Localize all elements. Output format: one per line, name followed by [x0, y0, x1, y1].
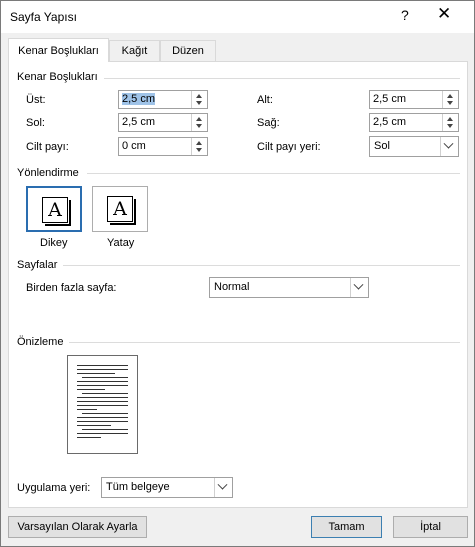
chevron-down-icon[interactable] [214, 478, 232, 497]
page-preview [67, 355, 138, 454]
spin-up-icon[interactable] [447, 94, 453, 98]
preview-group-title: Önizleme [17, 336, 64, 348]
tab-paper[interactable]: Kağıt [109, 40, 160, 61]
preview-line [77, 437, 101, 438]
landscape-button[interactable]: A [92, 186, 148, 232]
tab-layout-label: Düzen [172, 45, 204, 57]
spin-down-icon[interactable] [196, 101, 202, 105]
spin-down-icon[interactable] [447, 124, 453, 128]
spin-up-icon[interactable] [196, 94, 202, 98]
preview-line [77, 401, 128, 402]
preview-line [77, 369, 128, 370]
help-icon[interactable]: ? [401, 7, 409, 23]
cancel-button[interactable]: İptal [393, 516, 468, 538]
chevron-down-icon[interactable] [350, 278, 368, 297]
gutter-value[interactable]: 0 cm [122, 140, 146, 152]
multiple-pages-value: Normal [214, 281, 250, 293]
right-margin-spinner[interactable]: 2,5 cm [369, 113, 459, 132]
close-icon[interactable]: ✕ [437, 4, 451, 24]
set-as-default-label: Varsayılan Olarak Ayarla [17, 521, 138, 533]
tab-layout[interactable]: Düzen [160, 40, 216, 61]
gutter-spinner[interactable]: 0 cm [118, 137, 208, 156]
tab-margins[interactable]: Kenar Boşlukları [8, 38, 109, 62]
margins-separator [104, 78, 460, 79]
portrait-label: Dikey [40, 237, 68, 249]
spinner-buttons[interactable] [442, 91, 458, 108]
orientation-separator [87, 173, 460, 174]
spin-down-icon[interactable] [196, 148, 202, 152]
window-title: Sayfa Yapısı [10, 10, 77, 24]
preview-line [77, 409, 97, 410]
multiple-pages-select[interactable]: Normal [209, 277, 369, 298]
tab-paper-label: Kağıt [121, 45, 148, 57]
landscape-page-icon: A [107, 196, 136, 225]
top-margin-value[interactable]: 2,5 cm [122, 93, 156, 105]
preview-line [77, 365, 128, 366]
left-margin-value[interactable]: 2,5 cm [122, 116, 155, 128]
preview-line [77, 421, 128, 422]
preview-separator [69, 342, 460, 343]
spin-down-icon[interactable] [196, 124, 202, 128]
apply-to-select[interactable]: Tüm belgeye [101, 477, 233, 498]
preview-line [77, 405, 128, 406]
top-margin-label: Üst: [26, 94, 46, 106]
portrait-page-icon: A [42, 197, 71, 226]
tab-margins-label: Kenar Boşlukları [18, 45, 99, 57]
preview-line [77, 385, 128, 386]
pages-group-title: Sayfalar [17, 259, 58, 271]
preview-line [77, 381, 128, 382]
ok-button[interactable]: Tamam [311, 516, 382, 538]
ok-label: Tamam [328, 521, 365, 533]
spinner-buttons[interactable] [191, 91, 207, 108]
top-margin-spinner[interactable]: 2,5 cm [118, 90, 208, 109]
page-setup-dialog: Sayfa Yapısı ? ✕ Kenar Boşlukları Kağıt … [0, 0, 475, 547]
portrait-button[interactable]: A [26, 186, 82, 232]
title-bar: Sayfa Yapısı ? ✕ [1, 1, 474, 33]
orientation-group-title: Yönlendirme [17, 167, 79, 179]
preview-line [77, 417, 128, 418]
bottom-margin-value[interactable]: 2,5 cm [373, 93, 406, 105]
set-as-default-button[interactable]: Varsayılan Olarak Ayarla [8, 516, 147, 538]
multiple-pages-label: Birden fazla sayfa: [26, 282, 117, 294]
left-margin-label: Sol: [26, 117, 45, 129]
gutter-position-select[interactable]: Sol [369, 136, 459, 157]
gutter-position-label: Cilt payı yeri: [257, 141, 321, 153]
spin-up-icon[interactable] [196, 141, 202, 145]
spin-down-icon[interactable] [447, 101, 453, 105]
preview-line [82, 413, 128, 414]
bottom-margin-label: Alt: [257, 94, 273, 106]
preview-line [82, 429, 128, 430]
right-margin-label: Sağ: [257, 117, 280, 129]
right-margin-value[interactable]: 2,5 cm [373, 116, 406, 128]
apply-to-label: Uygulama yeri: [17, 482, 91, 494]
preview-line [77, 397, 128, 398]
bottom-margin-spinner[interactable]: 2,5 cm [369, 90, 459, 109]
landscape-label: Yatay [107, 237, 135, 249]
spinner-buttons[interactable] [442, 114, 458, 131]
spinner-buttons[interactable] [191, 114, 207, 131]
gutter-position-value: Sol [374, 140, 390, 152]
spin-up-icon[interactable] [196, 117, 202, 121]
preview-line [77, 373, 115, 374]
preview-line [77, 389, 105, 390]
left-margin-spinner[interactable]: 2,5 cm [118, 113, 208, 132]
gutter-label: Cilt payı: [26, 141, 69, 153]
preview-line [82, 377, 128, 378]
margins-group-title: Kenar Boşlukları [17, 71, 98, 83]
preview-line [77, 433, 128, 434]
cancel-label: İptal [420, 521, 441, 533]
apply-to-value: Tüm belgeye [106, 481, 170, 493]
chevron-down-icon[interactable] [440, 137, 458, 156]
spinner-buttons[interactable] [191, 138, 207, 155]
spin-up-icon[interactable] [447, 117, 453, 121]
pages-separator [63, 265, 460, 266]
preview-line [82, 393, 128, 394]
preview-line [77, 425, 111, 426]
